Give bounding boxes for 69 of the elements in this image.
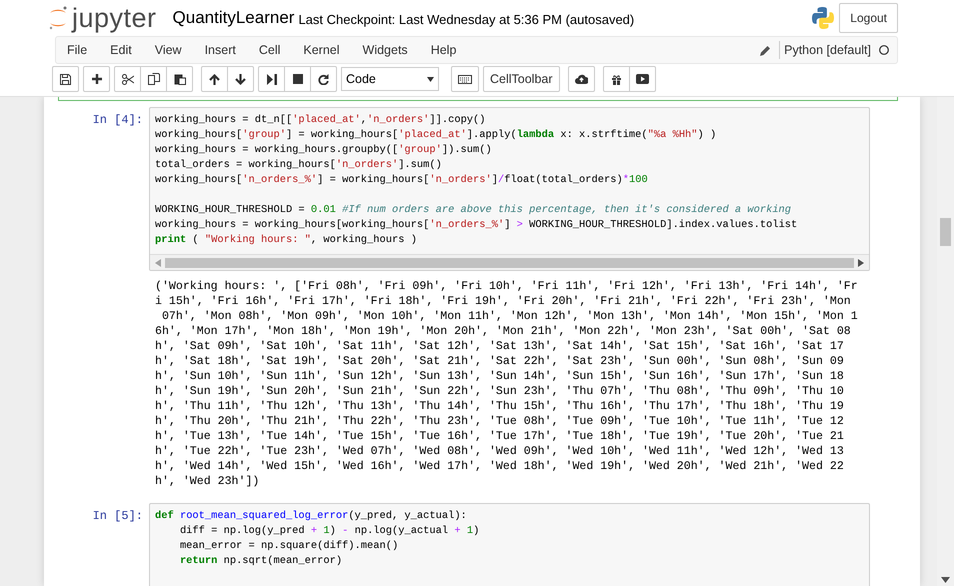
logout-button[interactable]: Logout (839, 3, 898, 33)
copy-button[interactable] (140, 66, 167, 92)
menu-item[interactable]: Edit (99, 37, 144, 63)
keyboard-shortcuts-button[interactable] (451, 66, 479, 92)
code-line: working_hours = dt_n[['placed_at','n_orders']].copy() (155, 113, 487, 128)
scissors-icon (122, 74, 134, 84)
upload-button[interactable] (568, 66, 595, 92)
gift-icon (610, 74, 622, 84)
menu-item[interactable]: View (144, 37, 194, 63)
stop-icon (292, 74, 302, 84)
plus-icon (92, 74, 102, 84)
move-down-button[interactable] (227, 66, 254, 92)
caret-icon (427, 76, 434, 82)
menu-item[interactable]: Help (420, 37, 468, 63)
python-logo-icon (811, 6, 836, 30)
code-line: total_orders = working_hours['n_orders'].sum() (155, 158, 443, 173)
code-line: return np.sqrt(mean_error) (178, 554, 344, 569)
checkpoint-status: Last Checkpoint: Last Wednesday at 5:36 PM (autosaved) (298, 11, 634, 30)
menu-item[interactable]: Widgets (352, 37, 420, 63)
notebook-name[interactable]: QuantityLearner (172, 5, 294, 31)
code-line: def root_mean_squared_log_error(y_pred, y_actual): (155, 509, 468, 524)
keyboard-icon (458, 74, 472, 84)
copy-icon (148, 73, 160, 85)
code-line: mean_error = np.square(diff).mean() (178, 539, 400, 554)
code-line: working_hours['n_orders_%'] = working_hours['n_orders']/float(total_orders)*100 (155, 173, 649, 188)
kernel-name[interactable]: Python [default] (779, 40, 871, 60)
cloud-upload-icon (574, 74, 588, 84)
code-cell-input[interactable]: def root_mean_squared_log_error(y_pred, y_actual): diff = np.log(y_pred + 1) - np.log(y_actual + 1) mean_error = np.square(diff).mean() return np.sqrt(mean_error) (149, 503, 870, 586)
arrow-up-icon (209, 74, 220, 84)
menu-item[interactable]: File (56, 37, 100, 63)
menu-item[interactable]: Cell (248, 37, 292, 63)
save-icon (60, 74, 71, 84)
cut-button[interactable] (114, 66, 141, 92)
slideshow-button[interactable] (628, 66, 656, 92)
arrow-down-icon (235, 74, 246, 84)
code-line: print ( "Working hours: ", working_hours ) (155, 233, 418, 248)
cell-toolbar-button[interactable]: CellToolbar (483, 66, 560, 92)
restart-button[interactable] (310, 66, 337, 92)
code-line: working_hours['group'] = working_hours['placed_at'].apply(lambda x: x.strftime("%a %Hh") ) (155, 128, 718, 143)
cell-prompt: In [4]: (92, 112, 144, 129)
gift-button[interactable] (602, 66, 630, 92)
scrollbar-thumb[interactable] (940, 218, 951, 246)
play-icon (636, 74, 649, 84)
refresh-icon (318, 74, 329, 84)
scroll-down-icon[interactable] (941, 577, 950, 583)
code-line: WORKING_HOUR_THRESHOLD = 0.01 #If num orders are above this percentage, then it's considered a working (155, 203, 792, 218)
stop-button[interactable] (284, 66, 311, 92)
pencil-icon[interactable] (760, 44, 772, 56)
menu-item[interactable]: Insert (194, 37, 248, 63)
logo-text[interactable]: jupyter (72, 4, 157, 32)
move-up-button[interactable] (201, 66, 228, 92)
paste-button[interactable] (166, 66, 193, 92)
logo-icon (48, 5, 68, 31)
horizontal-scrollbar[interactable] (150, 254, 869, 270)
code-cell-input[interactable] (149, 107, 870, 271)
cell-prompt: In [5]: (92, 508, 144, 525)
run-button[interactable] (258, 66, 285, 92)
menu-item[interactable]: Kernel (292, 37, 352, 63)
clipboard-icon (174, 73, 186, 85)
cell-type-dropdown[interactable]: Code (341, 67, 439, 91)
code-line: diff = np.log(y_pred + 1) - np.log(y_actual + 1) (178, 524, 480, 539)
cell-output: ('Working hours: ', ['Fri 08h', 'Fri 09h', 'Fri 10h', 'Fri 11h', 'Fri 12h', 'Fri 13h', 'Fri 14h', 'Fr i 15h', 'Fri 16h', 'Fri 17h', 'Fri 18h', 'Fri 19h', 'Fri 20h', 'Fri 21h', 'Fri 22h', 'Fri 23h', 'Mon 07h', 'Mon 08h', 'Mon 09h', 'Mon 10h', 'Mon 11h', 'Mon 12h', 'Mon 13h', 'Mon 14h', 'Mon 15h', 'Mon 1 6h', 'Mon 17h', 'Mon 18h', 'Mon 19h', 'Mon 20h', 'Mon 21h', 'Mon 22h', 'Mon 23h', 'Sat 00h', 'Sat 08 h', 'Sat 09h', 'Sat 10h', 'Sat 11h', 'Sat 12h', 'Sat 13h', 'Sat 14h', 'Sat 15h', 'Sat 16h', 'Sat 17 h', 'Sat 18h', 'Sat 19h', 'Sat 20h', 'Sat 21h', 'Sat 22h', 'Sat 23h', 'Sun 00h', 'Sun 08h', 'Sun 09 h', 'Sun 10h', 'Sun 11h', 'Sun 12h', 'Sun 13h', 'Sun 14h', 'Sun 15h', 'Sun 16h', 'Sun 17h', 'Sun 18 h', 'Sun 19h', 'Sun 20h', 'Sun 21h', 'Sun 22h', 'Sun 23h', 'Thu 07h', 'Thu 08h', 'Thu 09h', 'Thu 10 h', 'Thu 11h', 'Thu 12h', 'Thu 13h', 'Thu 14h', 'Thu 15h', 'Thu 16h', 'Thu 17h', 'Thu 18h', 'Thu 19 h', 'Thu 20h', 'Thu 21h', 'Thu 22h', 'Thu 23h', 'Tue 08h', 'Tue 09h', 'Tue 10h', 'Tue 11h', 'Tue 12 h', 'Tue 13h', 'Tue 14h', 'Tue 15h', 'Tue 16h', 'Tue 17h', 'Tue 18h', 'Tue 19h', 'Tue 20h', 'Tue 21 h', 'Tue 22h', 'Tue 23h', 'Wed 07h', 'Wed 08h', 'Wed 09h', 'Wed 10h', 'Wed 11h', 'Wed 12h', 'Wed 13 h', 'Wed 14h', 'Wed 15h', 'Wed 16h', 'Wed 17h', 'Wed 18h', 'Wed 19h', 'Wed 20h', 'Wed 21h', 'Wed 22 h', 'Wed 23h']) (155, 279, 859, 489)
step-forward-icon (266, 74, 276, 84)
insert-cell-button[interactable] (83, 66, 110, 92)
scrollbar-thumb[interactable] (165, 258, 854, 268)
code-line: working_hours = working_hours[working_hours['n_orders_%'] > WORKING_HOUR_THRESHOLD].index.values.tolist (155, 218, 798, 233)
scroll-right-icon[interactable] (858, 258, 864, 266)
save-button[interactable] (52, 66, 79, 92)
code-line: working_hours = working_hours.groupby(['group']).sum() (155, 143, 493, 158)
